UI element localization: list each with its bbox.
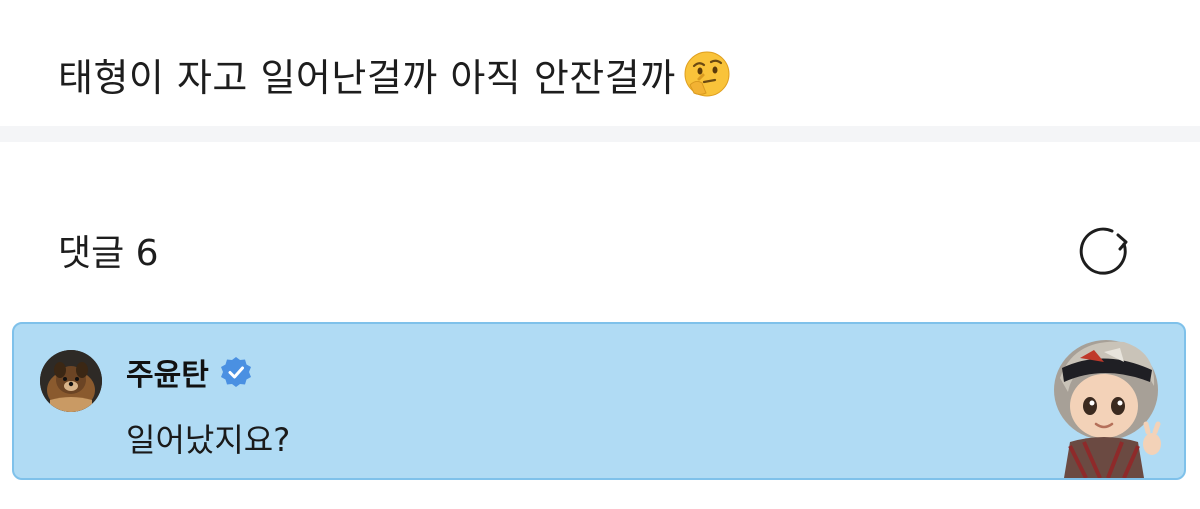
comment-author[interactable]: 주윤탄	[126, 350, 253, 394]
highlighted-comment[interactable]: 주윤탄 일어났지요?	[12, 322, 1186, 480]
character-sticker-icon	[1054, 340, 1161, 478]
section-divider	[0, 126, 1200, 142]
username[interactable]: 주윤탄	[126, 350, 209, 394]
verified-badge-icon	[220, 357, 251, 387]
comment-body: 일어났지요?	[126, 421, 291, 459]
refresh-icon[interactable]	[1078, 224, 1134, 280]
post-text: 태형이 자고 일어난걸까 아직 안잔걸까	[58, 55, 676, 100]
thinking-face-icon	[684, 51, 730, 97]
comments-count-header: 댓글 6	[58, 233, 159, 274]
dog-avatar-icon	[40, 350, 102, 412]
avatar[interactable]	[40, 350, 102, 412]
post-content: 태형이 자고 일어난걸까 아직 안잔걸까	[58, 44, 732, 104]
